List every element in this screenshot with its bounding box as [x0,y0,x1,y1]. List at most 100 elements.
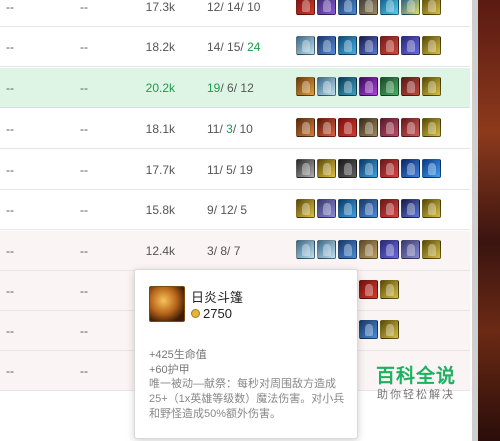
row-items [296,118,441,140]
table-row[interactable]: -- -- 18.1k 11/ 3/ 10 [0,109,470,149]
item-icon[interactable] [359,280,378,299]
item-icon[interactable] [401,199,420,218]
kda-a: 10 [239,122,253,136]
item-icon[interactable] [296,77,315,96]
watermark-title: 百科全说 [375,366,456,387]
row-items [296,159,441,181]
row-damage: 17.3k [145,0,175,14]
row-col2: -- [80,284,88,298]
item-icon[interactable] [296,118,315,137]
item-icon[interactable] [296,36,315,55]
table-row[interactable]: -- -- 18.2k 14/ 15/ 24 [0,27,470,67]
table-row[interactable]: -- -- 12.4k 3/ 8/ 7 [0,231,470,271]
kda-separator: / [227,244,234,258]
item-icon[interactable] [380,199,399,218]
item-icon[interactable] [422,0,441,15]
item-icon[interactable] [422,159,441,178]
row-col1: -- [6,0,14,14]
watermark-subtitle: 助你轻松解决 [377,389,455,401]
item-icon[interactable] [401,0,420,15]
row-items [296,36,441,58]
row-damage: 17.7k [145,163,175,177]
item-icon[interactable] [359,199,378,218]
item-icon[interactable] [401,77,420,96]
row-kda: 12/ 14/ 10 [207,0,267,27]
item-icon[interactable] [359,77,378,96]
item-icon[interactable] [401,159,420,178]
item-icon[interactable] [338,118,357,137]
item-icon[interactable] [338,240,357,259]
row-kda: 11/ 3/ 10 [207,109,267,149]
kda-a: 19 [239,163,253,177]
row-col2: -- [80,163,88,177]
item-icon[interactable] [359,0,378,15]
item-icon[interactable] [296,240,315,259]
item-icon[interactable] [359,159,378,178]
row-items [296,0,441,18]
kda-d: 15 [227,40,241,54]
item-icon[interactable] [380,36,399,55]
row-col1: -- [6,364,14,378]
item-description: 唯一被动—献祭：每秒对周围敌方造成25+（1x英雄等级数）魔法伤害。对小兵和野怪… [149,378,345,420]
table-row[interactable]: -- -- 17.3k 12/ 14/ 10 [0,0,470,27]
item-icon[interactable] [317,240,336,259]
item-icon[interactable] [401,240,420,259]
watermark: 百科全说 助你轻松解决 [366,366,466,402]
kda-a: 7 [233,244,241,258]
item-icon[interactable] [359,118,378,137]
item-icon[interactable] [380,118,399,137]
row-col2: -- [80,40,88,54]
row-col2: -- [80,122,88,136]
item-icon[interactable] [380,0,399,15]
item-icon[interactable] [317,199,336,218]
kda-a: 10 [247,0,261,14]
item-icon[interactable] [422,199,441,218]
item-icon[interactable] [296,159,315,178]
item-icon[interactable] [380,240,399,259]
item-icon[interactable] [338,77,357,96]
row-items [296,77,441,99]
kda-k: 19 [207,81,221,95]
table-row[interactable]: -- -- 15.8k 9/ 12/ 5 [0,190,470,230]
row-col1: -- [6,81,14,95]
item-icon[interactable] [296,0,315,15]
item-stat-health: +425生命值 [149,349,207,361]
item-icon[interactable] [338,159,357,178]
item-icon[interactable] [296,199,315,218]
kda-d: 6 [227,81,234,95]
item-icon[interactable] [338,0,357,15]
item-icon[interactable] [359,320,378,339]
kda-a: 12 [240,81,254,95]
table-row[interactable]: -- -- 17.7k 11/ 5/ 19 [0,150,470,190]
item-icon[interactable] [317,118,336,137]
item-icon[interactable] [317,77,336,96]
item-icon[interactable] [380,280,399,299]
item-icon[interactable] [359,240,378,259]
item-icon[interactable] [380,320,399,339]
row-kda: 11/ 5/ 19 [207,150,267,190]
kda-a: 5 [240,203,248,217]
item-icon[interactable] [380,77,399,96]
item-icon[interactable] [317,0,336,15]
item-icon[interactable] [359,36,378,55]
item-icon[interactable] [401,36,420,55]
item-name: 日炎斗篷 [191,290,244,305]
item-icon[interactable] [338,199,357,218]
item-icon[interactable] [422,240,441,259]
row-col1: -- [6,324,14,338]
item-icon[interactable] [422,36,441,55]
row-damage: 18.1k [145,122,175,136]
row-col2: -- [80,244,88,258]
kda-k: 9 [207,203,214,217]
item-icon[interactable] [401,118,420,137]
table-row[interactable]: -- -- 20.2k 19/ 6/ 12 [0,68,470,108]
item-icon[interactable] [380,159,399,178]
item-icon[interactable] [317,159,336,178]
item-icon[interactable] [317,36,336,55]
item-icon[interactable] [422,77,441,96]
row-items [296,240,441,262]
item-cost: 2750 [191,306,232,321]
item-icon[interactable] [422,118,441,137]
kda-separator: / [232,163,240,177]
item-icon[interactable] [338,36,357,55]
